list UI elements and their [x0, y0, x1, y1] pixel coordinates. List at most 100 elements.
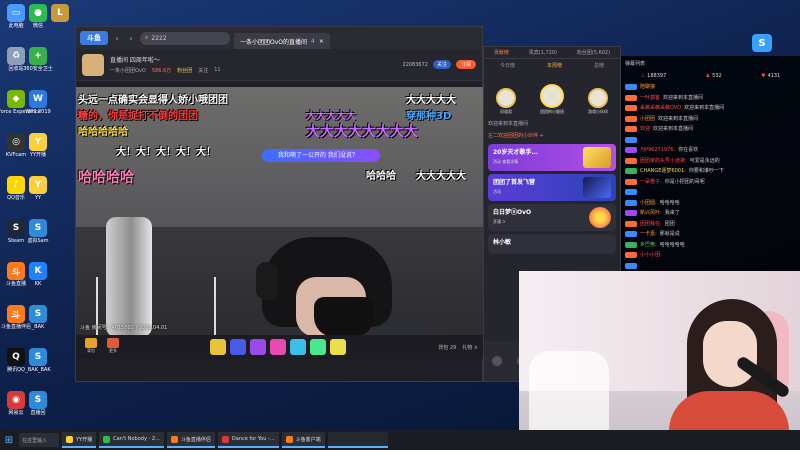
event-card[interactable]: 团团了首发飞营 活动	[488, 174, 616, 201]
chat-message[interactable]: 为P96271976: 你在喜欢	[625, 145, 796, 156]
chat-message[interactable]	[625, 135, 796, 146]
user-icon: ♟	[705, 73, 711, 79]
rank-3[interactable]: 游戏小伙伴	[588, 88, 608, 115]
desktop-icon[interactable]: L	[44, 4, 76, 23]
chat-message[interactable]: 团团我在: 团团	[625, 219, 796, 230]
streamer-mask	[314, 297, 374, 337]
desktop-icon[interactable]: S _BAK	[22, 305, 54, 330]
taskbar-item[interactable]	[327, 432, 388, 448]
follow-button[interactable]: 关注	[432, 60, 451, 69]
chat-message[interactable]: 小团团 欢迎来到本直播间	[625, 114, 796, 125]
tab-fans[interactable]: 粉丝团(5,602)	[577, 49, 610, 56]
chat-username[interactable]: 小团圆:	[640, 198, 657, 209]
chat-username[interactable]: CHANGE逐梦6001:	[640, 166, 686, 177]
forward-arrow-icon[interactable]: ›	[126, 34, 136, 43]
subtab-total[interactable]: 总榜	[594, 62, 604, 69]
taskbar-item[interactable]: YY开播	[62, 432, 97, 448]
streamer-name[interactable]: 一条小团团OvO	[110, 67, 146, 74]
gift-item[interactable]	[210, 339, 226, 355]
video-player[interactable]: 头远一点确实会显得人娇小哦团团 大大大大大 我和萌了一公开的 我们没说？ 糖的，…	[76, 87, 484, 359]
desktop-icon[interactable]: Y YY	[22, 176, 54, 201]
gift-item[interactable]	[310, 339, 326, 355]
subtab-week[interactable]: 本周榜	[547, 62, 562, 69]
title-bar: 斗鱼 ‹ › ⌕ 2222 一条小团团OvO的直播间 4 ×	[76, 27, 482, 49]
rank-1[interactable]: 团团的小跟班	[540, 84, 564, 115]
subtab-today[interactable]: 今日榜	[500, 62, 515, 69]
chat-message[interactable]: 小小小团:	[625, 250, 796, 261]
taskbar-item[interactable]: 斗鱼客户端	[281, 432, 325, 448]
chat-username[interactable]: 一卡嘉:	[640, 229, 657, 240]
subscribe-button[interactable]: 订阅	[455, 60, 476, 69]
desktop-icon[interactable]: W WPS 2019	[22, 90, 54, 115]
gift-item[interactable]	[330, 339, 346, 355]
gift-count[interactable]: 礼物 ×	[462, 344, 478, 351]
chat-username[interactable]: 团团家的头号小迷弟:	[640, 156, 687, 167]
tab-contribution[interactable]: 贡献榜	[494, 49, 509, 56]
chat-username[interactable]: 乡巴佬:	[640, 240, 657, 251]
taskbar-item[interactable]: Dance for You -...	[217, 432, 279, 448]
gift-item[interactable]	[290, 339, 306, 355]
desktop-icon[interactable]: Y YY开播	[22, 133, 54, 158]
chat-message[interactable]: 采薇采薇采薇OVO 欢迎来到本直播间	[625, 103, 796, 114]
windows-start-icon[interactable]: ⊞	[2, 433, 16, 447]
gift-item[interactable]	[230, 339, 246, 355]
chat-message[interactable]: 小团圆: 哈哈哈哈	[625, 198, 796, 209]
chat-message[interactable]	[625, 261, 796, 272]
chat-message[interactable]	[625, 187, 796, 198]
desktop-icon[interactable]: S _BAK_BAK	[22, 348, 54, 373]
douyu-logo[interactable]: 斗鱼	[80, 31, 108, 45]
chat-username[interactable]: 小团团	[640, 114, 655, 125]
chat-username[interactable]: 一朵橙子:	[640, 177, 662, 188]
chat-message[interactable]: 一卡嘉: 那就是说	[625, 229, 796, 240]
chat-message[interactable]: 一叶孤客 欢迎来到本直播间	[625, 93, 796, 104]
chat-username[interactable]: 一叶孤客	[640, 93, 660, 104]
chat-message[interactable]: CHANGE逐梦6001: 你要和谁吵一下	[625, 166, 796, 177]
user-card[interactable]: 林小敏	[488, 234, 616, 254]
fan-club-tag[interactable]: 粉丝团	[177, 67, 192, 74]
back-arrow-icon[interactable]: ‹	[112, 34, 122, 43]
avatar[interactable]	[82, 53, 104, 76]
chat-stats: ♨ 188397 ♟ 532 ♥ 4131	[621, 70, 800, 82]
chat-username[interactable]: 陪聊狼	[640, 82, 655, 93]
chat-username[interactable]: 小小小团:	[640, 250, 662, 261]
tab-vip[interactable]: 贵宾(1,720)	[529, 49, 557, 56]
chat-message[interactable]: 团团家的头号小迷弟: 可爱是永远的	[625, 156, 796, 167]
bag-button[interactable]: 背包	[82, 338, 100, 356]
desktop-icon[interactable]: +360安全卫士	[22, 47, 54, 72]
backpack-count[interactable]: 背包 29	[438, 344, 456, 351]
follow-tag[interactable]: 关注	[198, 67, 208, 74]
emoji-icon[interactable]	[491, 356, 502, 366]
desktop-icon[interactable]: S 直播回	[22, 391, 54, 416]
desktop-icon[interactable]: K KK	[22, 262, 54, 287]
avatar	[540, 84, 564, 108]
taskbar-item-label: 斗鱼直播伴侣	[180, 436, 211, 443]
chat-username[interactable]: 欢迎	[640, 124, 650, 135]
highlight-row[interactable]: 左二欢迎团团的小伙伴 +	[484, 129, 620, 141]
chat-username[interactable]: 新兴风叶:	[640, 208, 662, 219]
gift-item[interactable]	[270, 339, 286, 355]
chat-username[interactable]: 采薇采薇采薇OVO	[640, 103, 681, 114]
search-input[interactable]: ⌕ 2222	[140, 31, 230, 45]
chat-message[interactable]: 一朵橙子: 你是小把团的哥呢	[625, 177, 796, 188]
event-card[interactable]: 20岁天才歌手... 活动 查看详情	[488, 144, 616, 171]
chat-message[interactable]: 欢迎 欢迎来到本直播间	[625, 124, 796, 135]
chat-text: 哈哈哈哈哈	[659, 241, 685, 248]
taskbar-item[interactable]: Can't Nobody - 2...	[99, 432, 164, 448]
chat-message[interactable]: 乡巴佬: 哈哈哈哈哈	[625, 240, 796, 251]
announcement-banner[interactable]: 我和萌了一公开的 我们没说？	[262, 149, 380, 162]
chat-username[interactable]: 为P96271976:	[640, 145, 675, 156]
chat-message[interactable]: 新兴风叶: 我来了	[625, 208, 796, 219]
taskbar-search[interactable]: 在这里输入	[19, 433, 59, 447]
tab-room[interactable]: 一条小团团OvO的直播间 4 ×	[234, 33, 330, 49]
chat-message[interactable]: 陪聊狼	[625, 82, 796, 93]
level-badge-icon	[625, 84, 637, 91]
rank-2[interactable]: 问道君	[496, 88, 516, 115]
chat-username[interactable]: 团团我在:	[640, 219, 662, 230]
gift-item[interactable]	[250, 339, 266, 355]
more-button[interactable]: 更多	[104, 338, 122, 356]
floating-app-button[interactable]: S	[752, 34, 772, 52]
desktop-icon[interactable]: S 虚拟Sam	[22, 219, 54, 244]
noble-card[interactable]: 白日梦ⓞOvO 开通 >	[488, 204, 616, 231]
close-icon[interactable]: ×	[319, 38, 324, 45]
taskbar-item[interactable]: 斗鱼直播伴侣	[166, 432, 215, 448]
